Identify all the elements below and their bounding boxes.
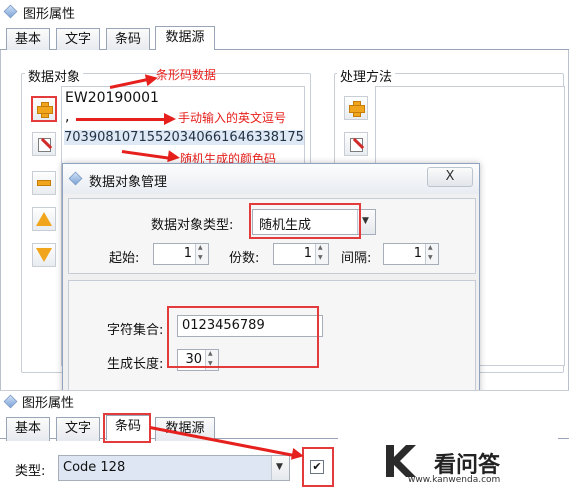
list-item[interactable]: EW20190001 [65, 90, 159, 106]
brand-logo-icon [386, 445, 416, 477]
close-button[interactable]: X [427, 167, 473, 187]
start-label: 起始: [109, 251, 140, 266]
annotation-arrow [76, 118, 168, 121]
start-value: 1 [183, 246, 192, 261]
barcode-type-select[interactable]: Code 128 [58, 455, 290, 481]
bottom-window-title: 图形属性 [22, 396, 75, 411]
top-tab-strip: 基本 文字 条码 数据源 [0, 26, 569, 52]
spinner-arrows-icon[interactable] [195, 244, 208, 264]
type-label: 数据对象类型: [151, 218, 234, 233]
list-item[interactable]: 70390810715520340661646338175 [64, 130, 304, 145]
annotation-arrowhead [167, 150, 181, 164]
highlight-checkbox [302, 447, 334, 487]
start-spinner[interactable]: 1 [153, 243, 209, 265]
arrow-down-icon [36, 248, 52, 262]
charset-label: 字符集合: [107, 323, 164, 338]
annotation-arrowhead [290, 447, 306, 463]
tab-text[interactable]: 文字 [56, 28, 100, 52]
brand-url: www.kanwenda.com [408, 475, 501, 485]
process-method-group-title: 处理方法 [337, 66, 396, 85]
watermark-overlay: 看问答 www.kanwenda.com [338, 437, 558, 496]
edit-icon [37, 137, 51, 152]
barcode-type-value: Code 128 [63, 460, 126, 475]
tab-barcode[interactable]: 条码 [106, 28, 150, 52]
barcode-type-label: 类型: [15, 464, 46, 479]
chevron-down-icon[interactable] [271, 456, 289, 480]
dialog-titlebar: 数据对象管理 X [63, 164, 479, 194]
add-process-button[interactable] [344, 96, 368, 120]
top-window-titlebar: 图形属性 [0, 0, 569, 24]
minus-icon [37, 180, 51, 186]
length-label: 生成长度: [107, 357, 164, 372]
edit-data-button[interactable] [32, 132, 56, 156]
tab-text[interactable]: 文字 [56, 417, 100, 441]
annotation-barcode-data: 条形码数据 [156, 68, 217, 82]
annotation-manual-comma: 手动输入的英文逗号 [178, 111, 287, 125]
tab-basic[interactable]: 基本 [6, 417, 50, 441]
dialog-title: 数据对象管理 [89, 175, 168, 190]
highlight-type [249, 203, 361, 239]
interval-value: 1 [413, 246, 422, 261]
dialog-app-icon [68, 171, 83, 186]
list-item[interactable]: , [65, 109, 69, 125]
add-data-button[interactable] [31, 96, 57, 122]
window-app-icon [3, 4, 18, 19]
tab-datasource[interactable]: 数据源 [155, 26, 215, 51]
data-object-group-title: 数据对象 [25, 66, 84, 85]
plus-icon [37, 102, 53, 118]
edit-process-button[interactable] [344, 132, 368, 156]
move-down-button[interactable] [32, 243, 56, 267]
annotation-arrowhead [164, 113, 176, 125]
spinner-arrows-icon[interactable] [425, 244, 438, 264]
dialog-random-section: 字符集合: 0123456789 生成长度: 30 [68, 280, 476, 392]
copies-spinner[interactable]: 1 [273, 243, 329, 265]
top-window-title: 图形属性 [23, 7, 76, 22]
plus-icon [349, 101, 365, 117]
interval-label: 间隔: [341, 251, 372, 266]
arrow-up-icon [36, 212, 52, 226]
interval-spinner[interactable]: 1 [383, 243, 439, 265]
bottom-tab-strip: 基本 文字 条码 数据源 [0, 415, 569, 441]
spinner-arrows-icon[interactable] [315, 244, 328, 264]
tab-basic[interactable]: 基本 [6, 28, 50, 52]
highlight-random-settings [167, 306, 319, 368]
copies-value: 1 [303, 246, 312, 261]
data-object-dialog: 数据对象管理 X 数据对象类型: 随机生成 起始: 1 份数: 1 间隔: 1 … [62, 163, 480, 395]
dialog-type-section: 数据对象类型: 随机生成 起始: 1 份数: 1 间隔: 1 [68, 198, 476, 274]
highlight-barcode-tab [103, 413, 151, 443]
edit-icon [349, 137, 363, 152]
copies-label: 份数: [229, 251, 260, 266]
window-app-icon [3, 394, 18, 409]
move-up-button[interactable] [32, 207, 56, 231]
remove-data-button[interactable] [32, 171, 56, 195]
